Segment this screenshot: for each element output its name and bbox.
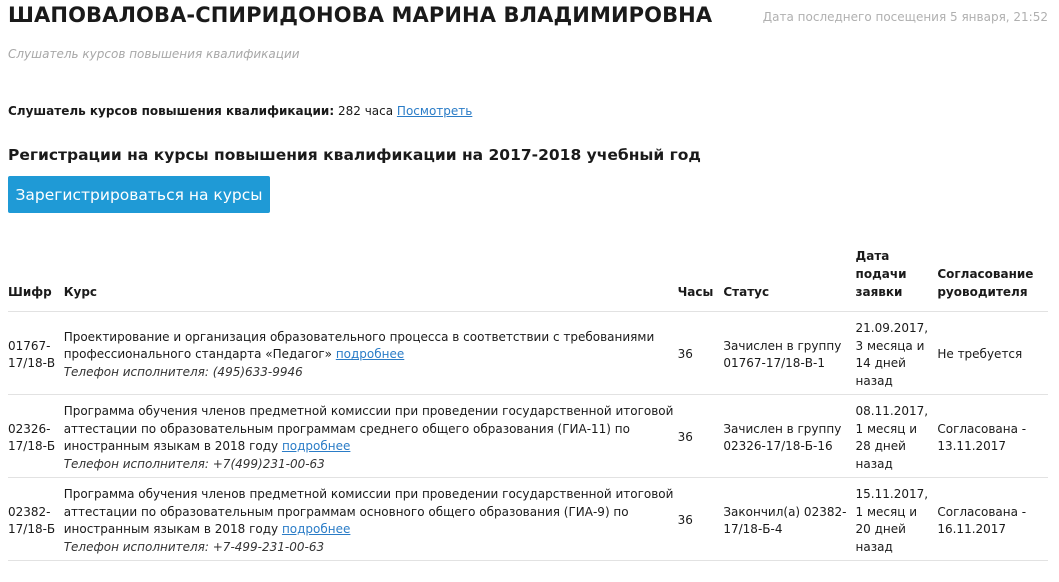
row-approval: Не требуется: [937, 311, 1048, 395]
executor-phone: Телефон исполнителя: (495)633-9946: [63, 364, 303, 379]
hours-summary-value: 282 часа: [337, 104, 394, 118]
hours-summary: Слушатель курсов повышения квалификации:…: [8, 104, 472, 118]
table-row: 02326-17/18-Б Программа обучения членов …: [8, 394, 1048, 478]
courses-table: Шифр Курс Часы Статус Дата подачи заявки…: [8, 247, 1048, 561]
row-date: 08.11.2017, 1 месяц и 28 дней назад: [855, 394, 938, 478]
hours-summary-label: Слушатель курсов повышения квалификации:: [8, 104, 335, 118]
last-visit-date: Дата последнего посещения 5 января, 21:5…: [762, 10, 1048, 24]
row-approval: Согласована - 13.11.2017: [937, 394, 1048, 478]
person-name: ШАПОВАЛОВА-СПИРИДОНОВА МАРИНА ВЛАДИМИРОВ…: [8, 3, 713, 27]
row-course: Проектирование и организация образовател…: [63, 311, 678, 395]
header-approval: Согласование руоводителя: [937, 247, 1048, 312]
header-course: Курс: [63, 247, 678, 312]
row-course: Программа обучения членов предметной ком…: [63, 394, 678, 478]
role-subtitle: Слушатель курсов повышения квалификации: [8, 47, 300, 61]
row-course: Программа обучения членов предметной ком…: [63, 477, 678, 561]
row-date: 15.11.2017, 1 месяц и 20 дней назад: [855, 477, 938, 561]
page-header: ШАПОВАЛОВА-СПИРИДОНОВА МАРИНА ВЛАДИМИРОВ…: [8, 0, 1051, 40]
row-hours: 36: [677, 477, 724, 561]
row-date: 21.09.2017, 3 месяца и 14 дней назад: [855, 311, 938, 395]
row-code: 01767-17/18-В: [8, 311, 64, 395]
row-status: Зачислен в группу 02326-17/18-Б-16: [723, 394, 856, 478]
table-row: 01767-17/18-В Проектирование и организац…: [8, 311, 1048, 395]
executor-phone: Телефон исполнителя: +7(499)231-00-63: [63, 456, 325, 471]
row-status: Зачислен в группу 01767-17/18-В-1: [723, 311, 856, 395]
row-status: Закончил(а) 02382-17/18-Б-4: [723, 477, 856, 561]
view-hours-link[interactable]: Посмотреть: [397, 104, 472, 118]
course-details-link[interactable]: подробнее: [282, 522, 350, 536]
row-approval: Согласована - 16.11.2017: [937, 477, 1048, 561]
register-courses-button[interactable]: Зарегистрироваться на курсы: [8, 176, 270, 213]
row-hours: 36: [677, 311, 724, 395]
course-details-link[interactable]: подробнее: [282, 439, 350, 453]
header-date: Дата подачи заявки: [855, 247, 938, 312]
table-row: 02382-17/18-Б Программа обучения членов …: [8, 477, 1048, 561]
header-code: Шифр: [8, 247, 64, 312]
course-title: Программа обучения членов предметной ком…: [63, 487, 674, 536]
table-header-row: Шифр Курс Часы Статус Дата подачи заявки…: [8, 247, 1048, 312]
header-status: Статус: [723, 247, 856, 312]
course-details-link[interactable]: подробнее: [336, 347, 404, 361]
course-title: Программа обучения членов предметной ком…: [63, 404, 674, 453]
registration-title: Регистрации на курсы повышения квалифика…: [8, 146, 701, 164]
row-code: 02326-17/18-Б: [8, 394, 64, 478]
executor-phone: Телефон исполнителя: +7-499-231-00-63: [63, 539, 325, 554]
header-hours: Часы: [677, 247, 724, 312]
profile-page: ШАПОВАЛОВА-СПИРИДОНОВА МАРИНА ВЛАДИМИРОВ…: [0, 0, 1059, 582]
row-hours: 36: [677, 394, 724, 478]
row-code: 02382-17/18-Б: [8, 477, 64, 561]
